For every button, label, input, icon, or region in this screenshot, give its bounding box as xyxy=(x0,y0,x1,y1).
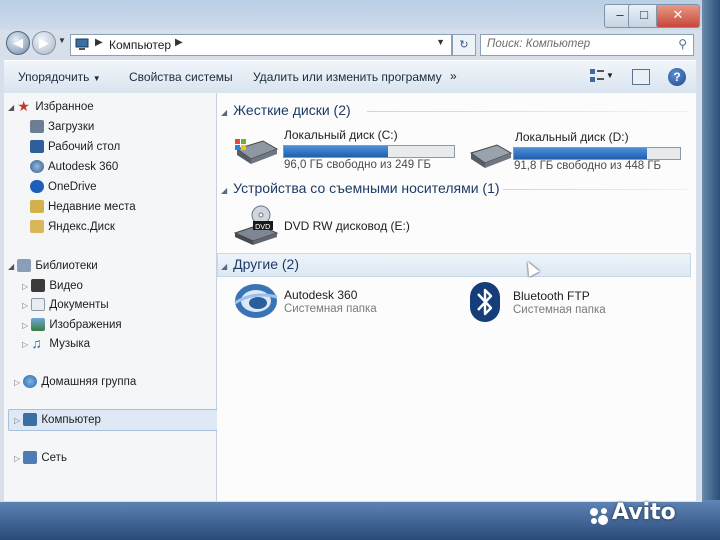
title-bar: – □ ✕ xyxy=(0,0,702,30)
nav-onedrive[interactable]: OneDrive xyxy=(30,178,97,196)
nav-recent-places[interactable]: Недавние места xyxy=(30,198,136,216)
bluetooth-icon xyxy=(470,282,500,322)
breadcrumb-separator-icon[interactable]: ▶ xyxy=(175,37,183,48)
search-icon[interactable]: ⚲ xyxy=(678,37,687,51)
content-pane: ◢ Жесткие диски (2) Локальный диск (C:) 9… xyxy=(217,93,696,501)
computer-icon xyxy=(23,413,38,427)
pictures-library-icon xyxy=(31,318,46,332)
organize-button[interactable]: Упорядочить ▼ xyxy=(18,70,101,84)
bluetooth-ftp-subtitle: Системная папка xyxy=(513,304,606,316)
nav-computer[interactable]: ▷ Компьютер xyxy=(14,411,101,429)
autodesk-360-icon xyxy=(234,284,278,318)
search-box[interactable]: Поиск: Компьютер ⚲ xyxy=(480,34,694,56)
drive-d-free-space: 91,8 ГБ свободно из 448 ГБ xyxy=(514,160,662,172)
homegroup-icon xyxy=(23,375,38,389)
group-divider xyxy=(503,189,689,190)
nav-yandex-disk[interactable]: Яндекс.Диск xyxy=(30,218,115,236)
more-commands-button[interactable]: » xyxy=(450,69,457,83)
yandex-disk-folder-icon xyxy=(30,220,44,234)
nav-documents[interactable]: ▷ Документы xyxy=(22,296,109,314)
collapse-group-icon[interactable]: ◢ xyxy=(221,108,227,117)
star-icon: ★ xyxy=(17,97,30,114)
address-dropdown-icon[interactable]: ▼ xyxy=(436,37,445,47)
nav-favorites[interactable]: ◢ ★ Избранное xyxy=(8,98,94,116)
collapse-group-icon[interactable]: ◢ xyxy=(221,186,227,195)
autodesk-360-icon xyxy=(30,160,44,174)
group-header-removable[interactable]: ◢ Устройства со съемными носителями (1) xyxy=(221,177,500,199)
nav-autodesk360[interactable]: Autodesk 360 xyxy=(30,158,118,176)
search-placeholder[interactable]: Поиск: Компьютер xyxy=(487,38,590,50)
collapse-group-icon[interactable]: ◢ xyxy=(221,262,227,271)
command-bar: Упорядочить ▼ Свойства системы Удалить и… xyxy=(4,60,696,94)
refresh-button[interactable]: ↻ xyxy=(452,34,476,56)
downloads-folder-icon xyxy=(30,120,44,134)
libraries-icon xyxy=(17,259,32,273)
nav-downloads[interactable]: Загрузки xyxy=(30,118,94,136)
avito-watermark: Avito xyxy=(612,500,676,525)
breadcrumb-computer[interactable]: Компьютер xyxy=(109,38,171,52)
back-button[interactable]: ◀ xyxy=(6,31,30,55)
explorer-window: – □ ✕ ◀ ▶ ▼ ▶ Компьютер ▶ ▼ ↻ Поиск: Ком… xyxy=(0,0,704,502)
uninstall-program-button[interactable]: Удалить или изменить программу xyxy=(253,70,442,84)
view-dropdown-icon[interactable]: ▼ xyxy=(606,71,614,80)
computer-icon xyxy=(75,38,89,50)
dvd-drive-name[interactable]: DVD RW дисковод (E:) xyxy=(284,219,410,233)
nav-video[interactable]: ▷ Видео xyxy=(22,277,83,295)
dvd-badge: DVD xyxy=(255,223,270,231)
recent-places-icon xyxy=(30,200,44,214)
nav-pictures[interactable]: ▷ Изображения xyxy=(22,316,122,334)
drive-c-free-space: 96,0 ГБ свободно из 249 ГБ xyxy=(284,159,432,171)
recent-pages-dropdown-icon[interactable]: ▼ xyxy=(58,36,66,45)
address-bar[interactable]: ▶ Компьютер ▶ ▼ xyxy=(70,34,452,56)
system-properties-button[interactable]: Свойства системы xyxy=(129,70,233,84)
change-view-icon[interactable] xyxy=(590,69,604,83)
drive-c-usage-fill xyxy=(284,146,388,157)
nav-homegroup[interactable]: ▷ Домашняя группа xyxy=(14,373,136,391)
autodesk-360-subtitle: Системная папка xyxy=(284,303,377,315)
avito-logo-icon xyxy=(590,508,608,525)
group-header-hard-drives[interactable]: ◢ Жесткие диски (2) xyxy=(221,99,351,121)
music-note-icon: ♫ xyxy=(31,335,42,352)
close-button[interactable]: ✕ xyxy=(656,4,700,28)
drive-d-usage-fill xyxy=(514,148,647,159)
group-header-other[interactable]: ◢ Другие (2) xyxy=(221,253,299,275)
nav-network[interactable]: ▷ Сеть xyxy=(14,449,67,467)
drive-d-name[interactable]: Локальный диск (D:) xyxy=(515,130,629,144)
hard-drive-icon xyxy=(469,144,513,168)
forward-button[interactable]: ▶ xyxy=(32,31,56,55)
drive-c-name[interactable]: Локальный диск (C:) xyxy=(284,128,398,142)
documents-library-icon xyxy=(31,298,46,312)
network-icon xyxy=(23,451,38,465)
bluetooth-ftp-name[interactable]: Bluetooth FTP xyxy=(513,289,590,303)
video-library-icon xyxy=(31,279,46,293)
onedrive-cloud-icon xyxy=(30,180,44,194)
drive-c-usage-bar xyxy=(283,145,455,158)
breadcrumb-separator-icon[interactable]: ▶ xyxy=(95,37,103,48)
hard-drive-windows-icon xyxy=(235,139,279,164)
group-divider xyxy=(367,111,689,112)
desktop-icon xyxy=(30,140,44,154)
nav-music[interactable]: ▷ ♫ Музыка xyxy=(22,335,90,353)
autodesk-360-name[interactable]: Autodesk 360 xyxy=(284,288,357,302)
drive-d-usage-bar xyxy=(513,147,681,160)
dvd-drive-icon: DVD xyxy=(233,205,279,245)
help-button[interactable]: ? xyxy=(668,68,686,86)
nav-libraries[interactable]: ◢ Библиотеки xyxy=(8,257,98,275)
nav-desktop[interactable]: Рабочий стол xyxy=(30,138,120,156)
navigation-pane: ◢ ★ Избранное Загрузки Рабочий стол Autod… xyxy=(4,93,218,501)
preview-pane-icon[interactable] xyxy=(632,69,650,85)
